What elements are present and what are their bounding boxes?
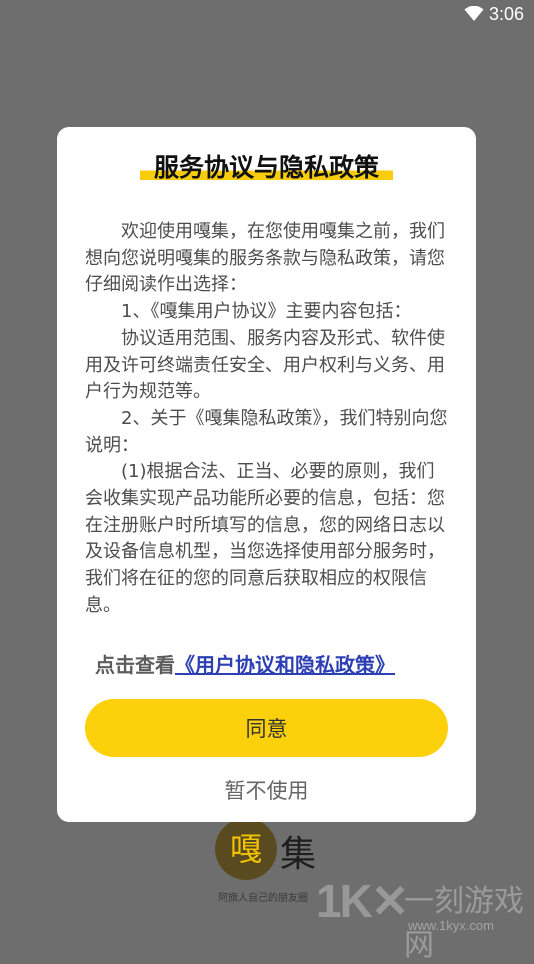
policy-link-prefix: 点击查看 xyxy=(95,653,175,677)
privacy-policy-content: (1)根据合法、正当、必要的原则，我们会收集实现产品功能所必要的信息，包括：您在… xyxy=(85,461,445,616)
watermark-url: www.1kyx.com xyxy=(408,918,494,933)
dialog-body: 欢迎使用嘎集，在您使用嘎集之前，我们想向您说明嘎集的服务条款与隐私政策，请您仔细… xyxy=(85,219,448,620)
dialog-header: 服务协议与隐私政策 xyxy=(57,153,476,183)
status-time: 3:06 xyxy=(488,4,524,24)
status-bar: 3:06 xyxy=(0,0,534,30)
privacy-policy-heading: 2、关于《嘎集隐私政策》，我们特别向您说明： xyxy=(85,407,448,456)
site-watermark: 1K✕ 一刻游戏网 www.1kyx.com xyxy=(316,874,534,963)
watermark-logo: 1K✕ xyxy=(316,875,409,927)
policy-link[interactable]: 《用户协议和隐私政策》 xyxy=(175,653,395,677)
app-logo-text: 集 xyxy=(280,834,317,875)
dialog-title: 服务协议与隐私政策 xyxy=(139,153,393,183)
intro-paragraph: 欢迎使用嘎集，在您使用嘎集之前，我们想向您说明嘎集的服务条款与隐私政策，请您仔细… xyxy=(85,221,445,296)
user-agreement-content: 协议适用范围、服务内容及形式、软件使用及许可终端责任安全、用户权利与义务、用户行… xyxy=(85,327,445,403)
wifi-icon xyxy=(464,6,484,21)
app-logo: 嘎 xyxy=(215,818,277,880)
user-agreement-heading: 1、《嘎集用户协议》主要内容包括： xyxy=(121,301,412,323)
decline-button[interactable]: 暂不使用 xyxy=(85,773,448,807)
agree-button[interactable]: 同意 xyxy=(85,699,448,757)
privacy-dialog: 服务协议与隐私政策 欢迎使用嘎集，在您使用嘎集之前，我们想向您说明嘎集的服务条款… xyxy=(57,127,476,822)
policy-link-row: 点击查看《用户协议和隐私政策》 xyxy=(95,649,395,678)
app-slogan: 阿旗人自己的朋友圈 xyxy=(218,893,308,904)
